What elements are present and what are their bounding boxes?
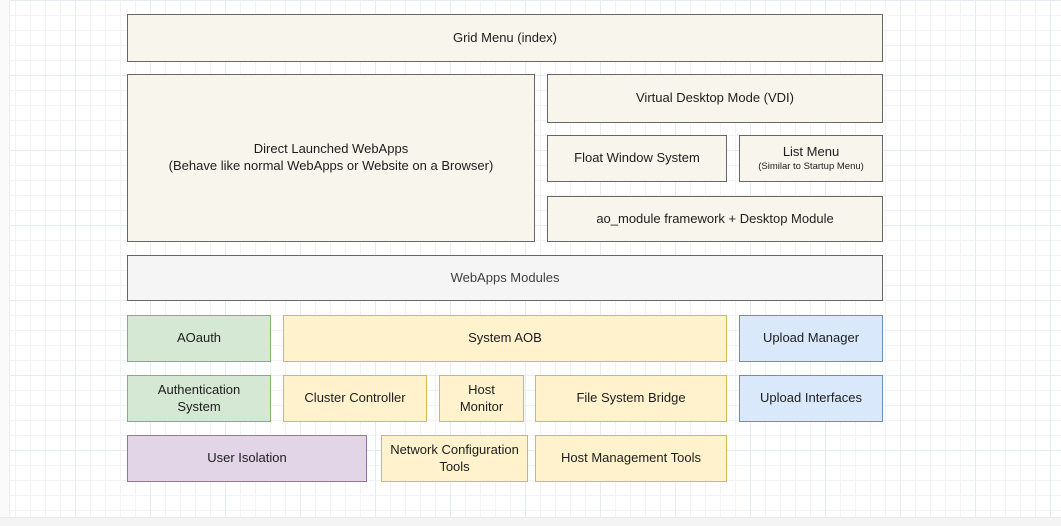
node-label: Cluster Controller bbox=[304, 390, 405, 407]
node-system-aob: System AOB bbox=[283, 315, 727, 362]
node-label: Network Configuration Tools bbox=[390, 442, 519, 476]
node-label: User Isolation bbox=[207, 450, 286, 467]
node-label: WebApps Modules bbox=[451, 270, 560, 287]
node-grid-menu: Grid Menu (index) bbox=[127, 14, 883, 62]
node-user-isolation: User Isolation bbox=[127, 435, 367, 482]
node-host-monitor: Host Monitor bbox=[439, 375, 524, 422]
vertical-scrollbar-track[interactable] bbox=[0, 0, 10, 525]
node-host-management-tools: Host Management Tools bbox=[535, 435, 727, 482]
node-sublabel: (Similar to Startup Menu) bbox=[758, 161, 864, 172]
node-label: AOauth bbox=[177, 330, 221, 347]
node-cluster-controller: Cluster Controller bbox=[283, 375, 427, 422]
node-label: Grid Menu (index) bbox=[453, 30, 557, 47]
node-virtual-desktop-mode: Virtual Desktop Mode (VDI) bbox=[547, 74, 883, 123]
diagram-canvas: Grid Menu (index) Direct Launched WebApp… bbox=[0, 0, 1061, 525]
node-file-system-bridge: File System Bridge bbox=[535, 375, 727, 422]
node-list-menu: List Menu (Similar to Startup Menu) bbox=[739, 135, 883, 182]
node-label: Direct Launched WebApps bbox=[254, 141, 408, 158]
node-label: System AOB bbox=[468, 330, 542, 347]
node-label: Host Monitor bbox=[448, 382, 515, 416]
node-authentication-system: Authentication System bbox=[127, 375, 271, 422]
node-webapps-modules: WebApps Modules bbox=[127, 255, 883, 301]
node-ao-module-framework: ao_module framework + Desktop Module bbox=[547, 196, 883, 242]
node-label: File System Bridge bbox=[576, 390, 685, 407]
node-upload-interfaces: Upload Interfaces bbox=[739, 375, 883, 422]
node-network-configuration-tools: Network Configuration Tools bbox=[381, 435, 528, 482]
node-upload-manager: Upload Manager bbox=[739, 315, 883, 362]
node-label: Authentication System bbox=[136, 382, 262, 416]
node-label: ao_module framework + Desktop Module bbox=[596, 211, 833, 228]
node-label: Float Window System bbox=[574, 150, 700, 167]
node-label: Virtual Desktop Mode (VDI) bbox=[636, 90, 794, 107]
node-sublabel: (Behave like normal WebApps or Website o… bbox=[169, 158, 494, 175]
node-label: Upload Manager bbox=[763, 330, 859, 347]
node-direct-launched-webapps: Direct Launched WebApps (Behave like nor… bbox=[127, 74, 535, 242]
node-label: Upload Interfaces bbox=[760, 390, 862, 407]
node-label: List Menu bbox=[783, 144, 839, 161]
node-aoauth: AOauth bbox=[127, 315, 271, 362]
node-label: Host Management Tools bbox=[561, 450, 701, 467]
node-float-window-system: Float Window System bbox=[547, 135, 727, 182]
